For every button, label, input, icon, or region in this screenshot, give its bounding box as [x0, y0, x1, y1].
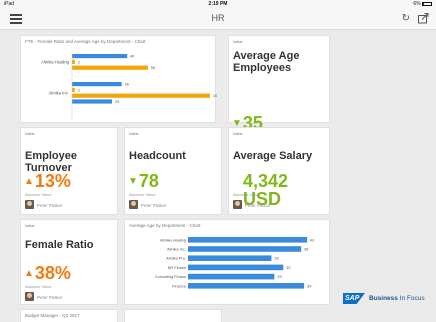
tile-title: Average Salary [233, 150, 313, 162]
tile-subtitle: Initial [25, 223, 35, 228]
avatar [233, 200, 242, 209]
bar [72, 59, 75, 64]
data-label: 40 [130, 55, 134, 59]
bar [72, 65, 148, 70]
category-label: Almika Inc. [167, 247, 186, 252]
bar [188, 246, 302, 252]
data-label: 38 [304, 248, 308, 252]
bar [188, 283, 305, 289]
female-ratio-age-chart: Almika Healing 40 2 55 Almika Inc. 36 2 100 29 [41, 50, 217, 120]
category-label: Finance [172, 283, 186, 288]
data-label: 2 [78, 88, 80, 92]
empty-tile[interactable] [124, 309, 222, 322]
age-by-department-chart: Almika Healing 40 Almika Inc. 38 Almika Pro.… [155, 237, 314, 289]
data-label: 32 [286, 266, 290, 270]
headcount-tile[interactable]: Initial Headcount ▼78 Absolute Value Pet… [124, 127, 222, 215]
data-label: 29 [277, 275, 281, 279]
category-label: Almika Pro. [166, 256, 186, 261]
trend-up-icon: ▲ [24, 268, 34, 279]
data-label: 2 [78, 60, 80, 64]
battery-icon [422, 1, 432, 6]
brand-text: Business In Focus [369, 295, 425, 302]
average-age-tile[interactable]: Initial Average Age Employees ▼35 Absolu… [228, 35, 330, 149]
page-title: HR [211, 13, 225, 23]
kpi-value: ▲38% [24, 264, 71, 283]
trend-up-icon: ▲ [24, 176, 34, 187]
kpi-number: 13% [34, 171, 71, 191]
bar [72, 99, 113, 104]
trend-down-icon: ▼ [128, 176, 138, 187]
kpi-number: 38% [34, 263, 71, 283]
bar [188, 255, 272, 261]
kpi-number: 78 [138, 171, 159, 191]
data-label: 29 [115, 100, 119, 104]
battery-percent: 6% [413, 1, 421, 7]
category-label: BR Finans [168, 265, 186, 270]
tile-title: Headcount [129, 150, 186, 162]
owner-name: Peter Patton [37, 203, 63, 208]
data-label: 36 [125, 83, 129, 87]
avatar [25, 292, 34, 301]
tile-title: Female Ratio [25, 239, 94, 251]
status-right: 6% [413, 1, 432, 7]
kpi-caption: Absolute Value [129, 192, 156, 197]
bar [72, 82, 122, 87]
bar [72, 87, 75, 92]
kpi-value: ▲13% [24, 172, 71, 191]
nav-bar: HR ↻ [0, 8, 436, 30]
owner-name: Peter Patton [141, 203, 167, 208]
kpi-caption: Absolute Value [25, 192, 52, 197]
data-label: 40 [310, 238, 314, 242]
tile-subtitle: Initial [233, 39, 243, 44]
budget-manager-tile[interactable]: Budget Manager - Q3 2017 [20, 309, 118, 322]
category-label: Almika Inc. [49, 90, 69, 95]
category-label: Almika Healing [160, 237, 186, 242]
category-label: Almika Healing [41, 59, 70, 64]
data-label: 55 [151, 66, 155, 70]
bar [188, 264, 284, 271]
data-label: 39 [307, 284, 311, 288]
status-bar: iPad 2:19 PM 6% [0, 0, 436, 8]
bar [188, 273, 275, 280]
kpi-caption: Absolute Value [233, 192, 260, 197]
bar [72, 93, 210, 98]
category-label: Consulting Finans [155, 274, 186, 279]
kpi-value: ▼78 [128, 172, 159, 191]
status-time: 2:19 PM [208, 1, 228, 7]
data-label: 100 [213, 94, 217, 98]
employee-turnover-tile[interactable]: Initial Employee Turnover ▲13% Absolute … [20, 127, 118, 215]
share-icon[interactable] [417, 12, 429, 24]
kpi-caption: Absolute Value [25, 284, 52, 289]
average-salary-tile[interactable]: Initial Average Salary 4,342 USD Absolut… [228, 127, 330, 215]
owner-name: Peter Patton [245, 203, 271, 208]
female-ratio-age-chart-tile[interactable]: FTE - Female Ratio and Average Age by De… [20, 35, 217, 123]
avatar [25, 200, 34, 209]
data-label: 28 [274, 257, 278, 261]
tile-title: Budget Manager - Q3 2017 [25, 313, 80, 318]
tile-title: Average Age Employees [233, 50, 300, 74]
avatar [129, 200, 138, 209]
tile-subtitle: Initial [25, 131, 35, 136]
tile-subtitle: Initial [233, 131, 243, 136]
brand-text-bold: Business [369, 295, 398, 302]
age-by-department-chart-tile[interactable]: Average Age by Department - Chart Almika… [124, 219, 330, 305]
bar [188, 237, 308, 243]
brand-text-rest: In Focus [397, 295, 425, 302]
bar [72, 54, 128, 59]
sap-logo-badge: SAP [343, 293, 365, 304]
refresh-icon[interactable]: ↻ [402, 13, 410, 24]
owner-name: Peter Patton [37, 295, 63, 300]
female-ratio-tile[interactable]: Initial Female Ratio ▲38% Absolute Value… [20, 219, 118, 305]
tile-subtitle: Initial [129, 131, 139, 136]
